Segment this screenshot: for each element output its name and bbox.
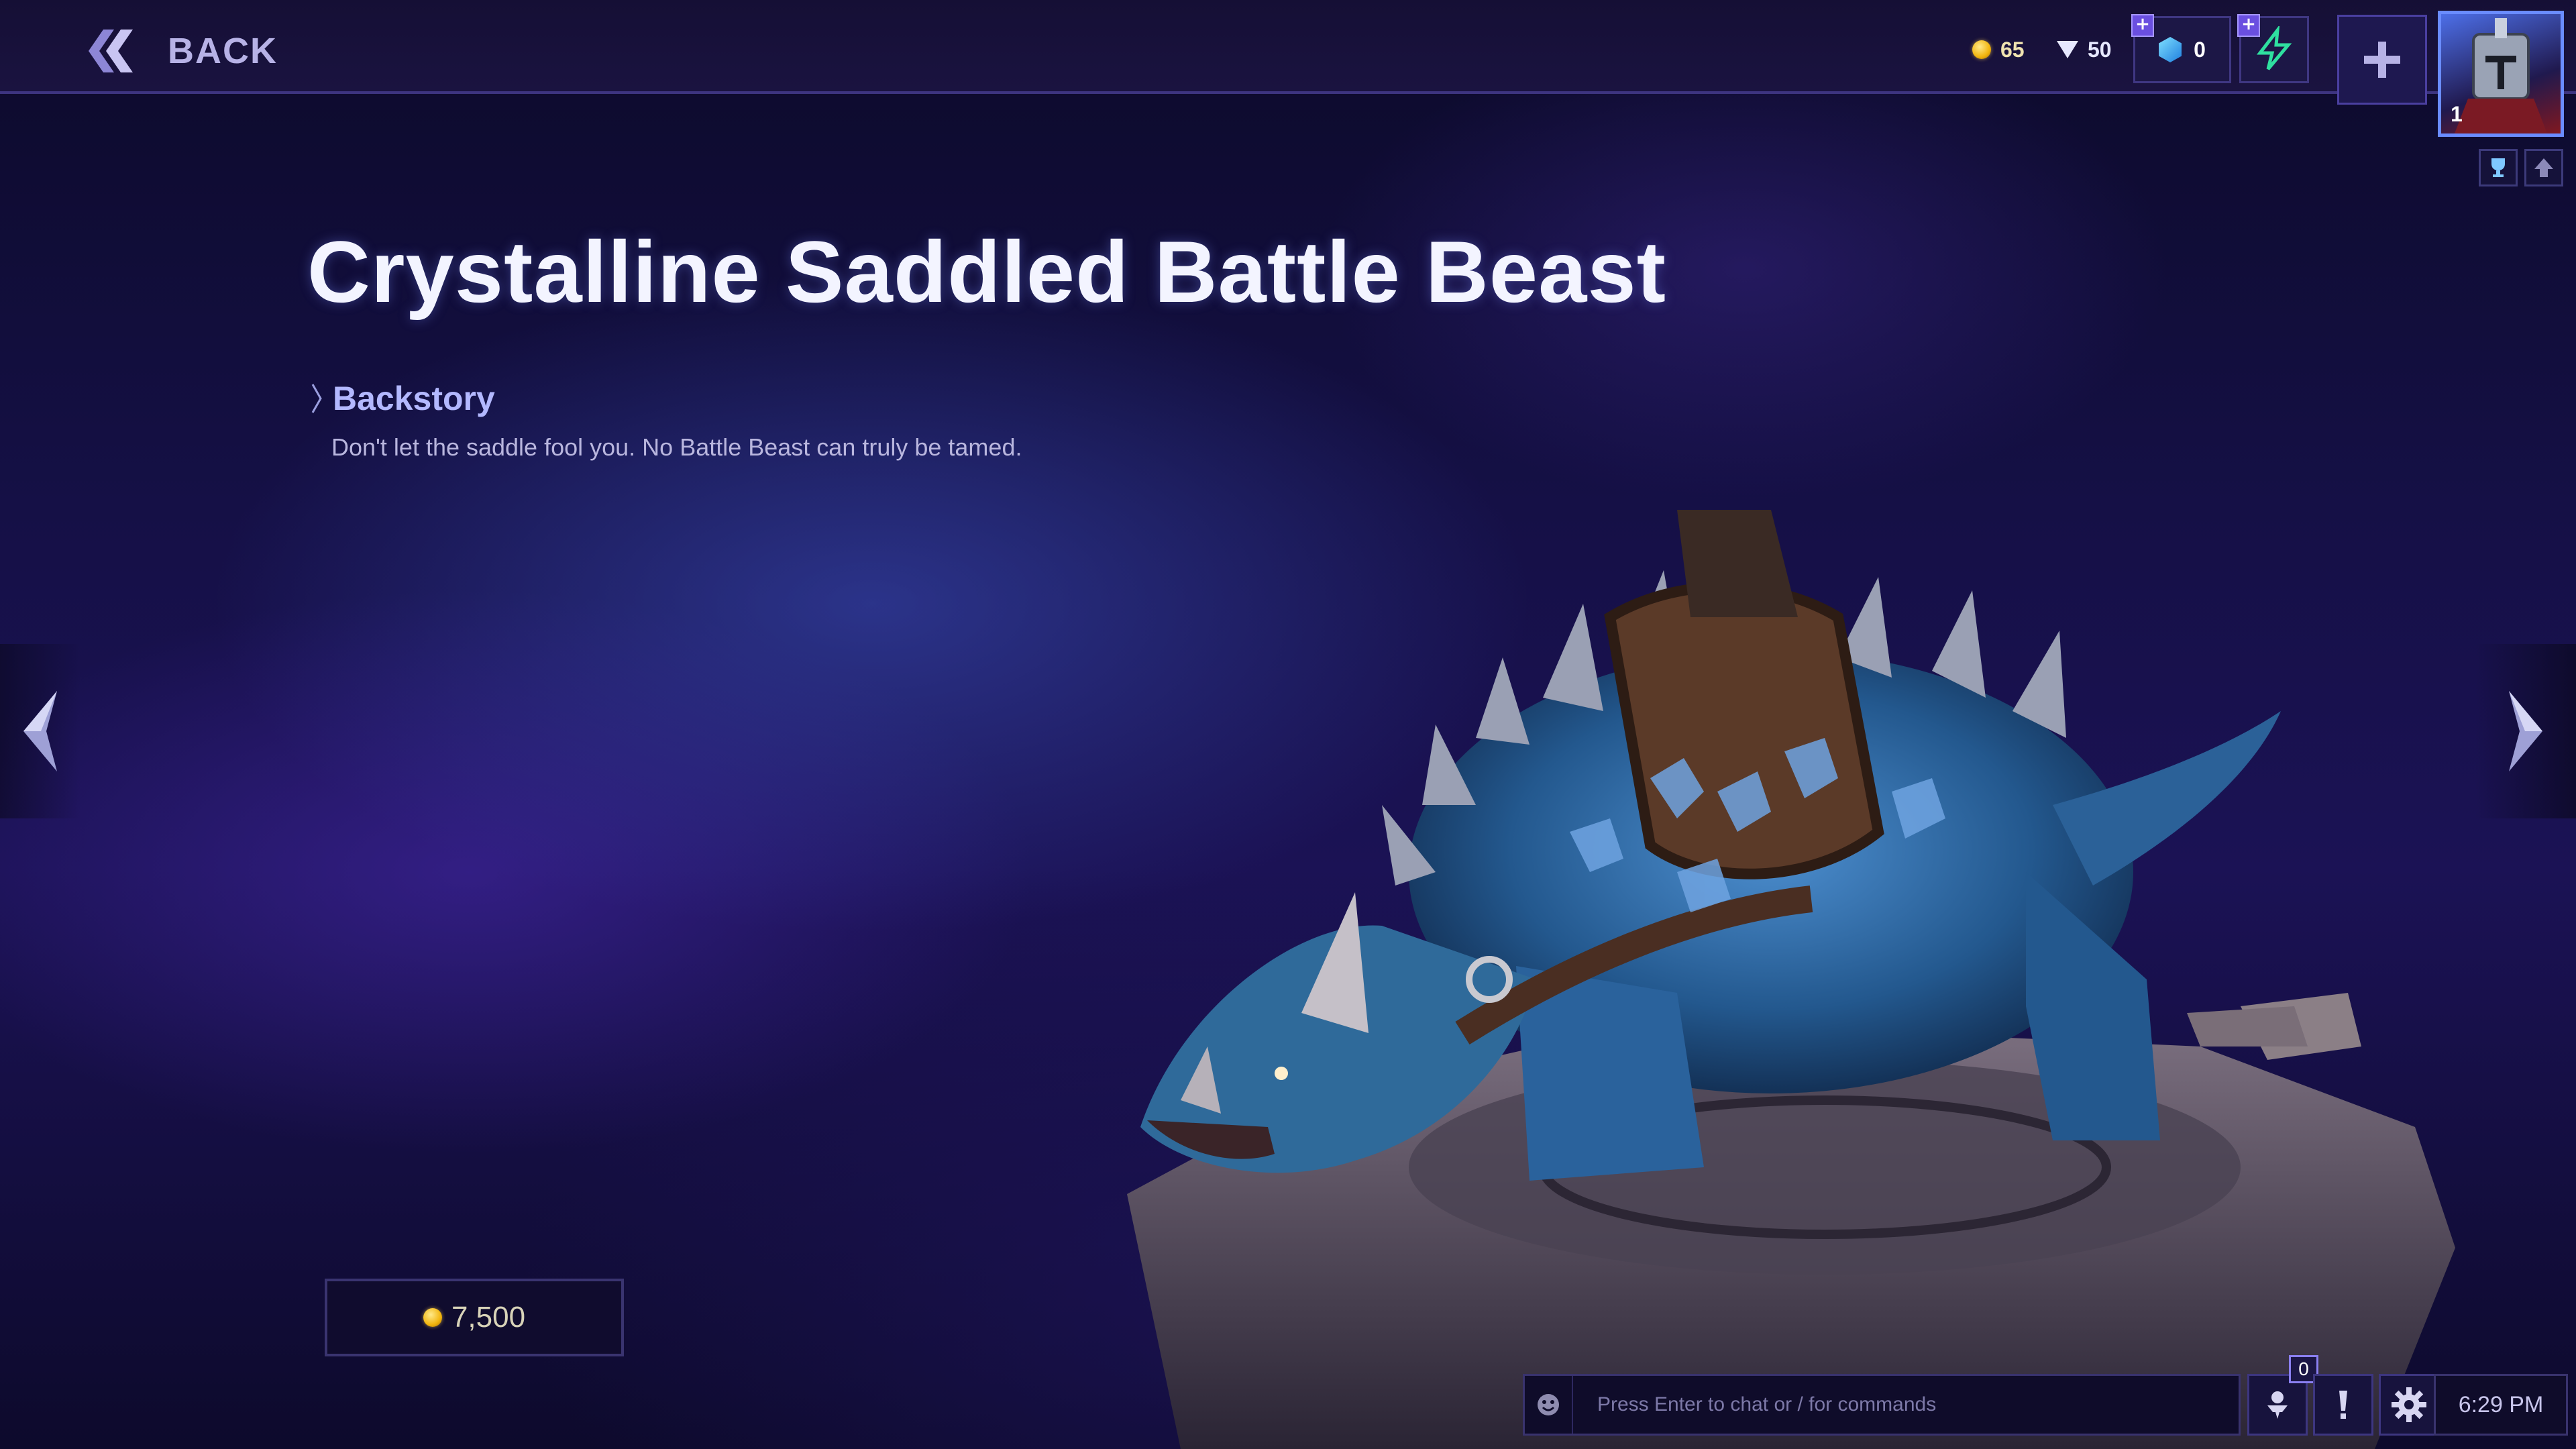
chevron-left-icon <box>23 691 57 771</box>
chat-input[interactable] <box>1573 1375 2239 1434</box>
player-portrait[interactable]: 1 <box>2438 11 2564 137</box>
plus-icon: + <box>2131 14 2154 37</box>
purchase-button[interactable]: 7,500 <box>325 1279 624 1356</box>
plus-icon <box>2364 42 2400 78</box>
shard-icon <box>2057 41 2078 58</box>
exclamation-icon <box>2339 1391 2347 1419</box>
shard-balance[interactable]: 50 <box>2057 30 2112 70</box>
friends-icon <box>2267 1391 2288 1419</box>
back-label: BACK <box>168 31 278 71</box>
arrow-up-icon <box>2534 158 2553 177</box>
mount-preview[interactable] <box>1100 456 2482 1449</box>
gear-icon <box>2392 1387 2426 1422</box>
plus-icon: + <box>2237 14 2260 37</box>
gold-amount: 65 <box>2000 37 2025 62</box>
price-amount: 7,500 <box>451 1301 526 1334</box>
chevron-right-icon <box>2509 691 2542 771</box>
double-chevron-left-icon <box>89 30 133 72</box>
trophy-button[interactable] <box>2479 149 2518 186</box>
next-skin-button[interactable] <box>2475 644 2576 818</box>
skin-title: Crystalline Saddled Battle Beast <box>307 223 1666 321</box>
gold-balance[interactable]: 65 <box>1972 30 2025 70</box>
chevron-right-icon <box>311 384 322 413</box>
player-level: 1 <box>2451 102 2463 126</box>
alerts-button[interactable] <box>2313 1374 2373 1436</box>
top-bar: BACK 65 50 + 0 + <box>0 0 2576 105</box>
shard-amount: 50 <box>2088 37 2112 62</box>
gold-coin-icon <box>423 1308 442 1327</box>
backstory-label: Backstory <box>333 380 495 417</box>
previous-skin-button[interactable] <box>0 644 80 818</box>
boost-button[interactable]: + <box>2237 14 2309 83</box>
gem-balance-button[interactable]: + 0 <box>2131 14 2231 83</box>
backstory-text: Don't let the saddle fool you. No Battle… <box>331 433 1022 461</box>
backstory-toggle[interactable]: Backstory <box>310 379 495 418</box>
add-button[interactable] <box>2337 15 2427 105</box>
back-button[interactable]: BACK <box>80 24 282 78</box>
trophy-icon <box>2491 158 2505 177</box>
gold-coin-icon <box>1972 40 1991 59</box>
gem-icon <box>2159 37 2182 62</box>
smiley-icon[interactable] <box>1525 1376 1573 1434</box>
clock: 6:29 PM <box>2434 1374 2568 1436</box>
gem-amount: 0 <box>2194 37 2206 62</box>
chat-bar <box>1523 1374 2241 1436</box>
settings-button[interactable] <box>2379 1374 2439 1436</box>
upgrade-button[interactable] <box>2524 149 2563 186</box>
